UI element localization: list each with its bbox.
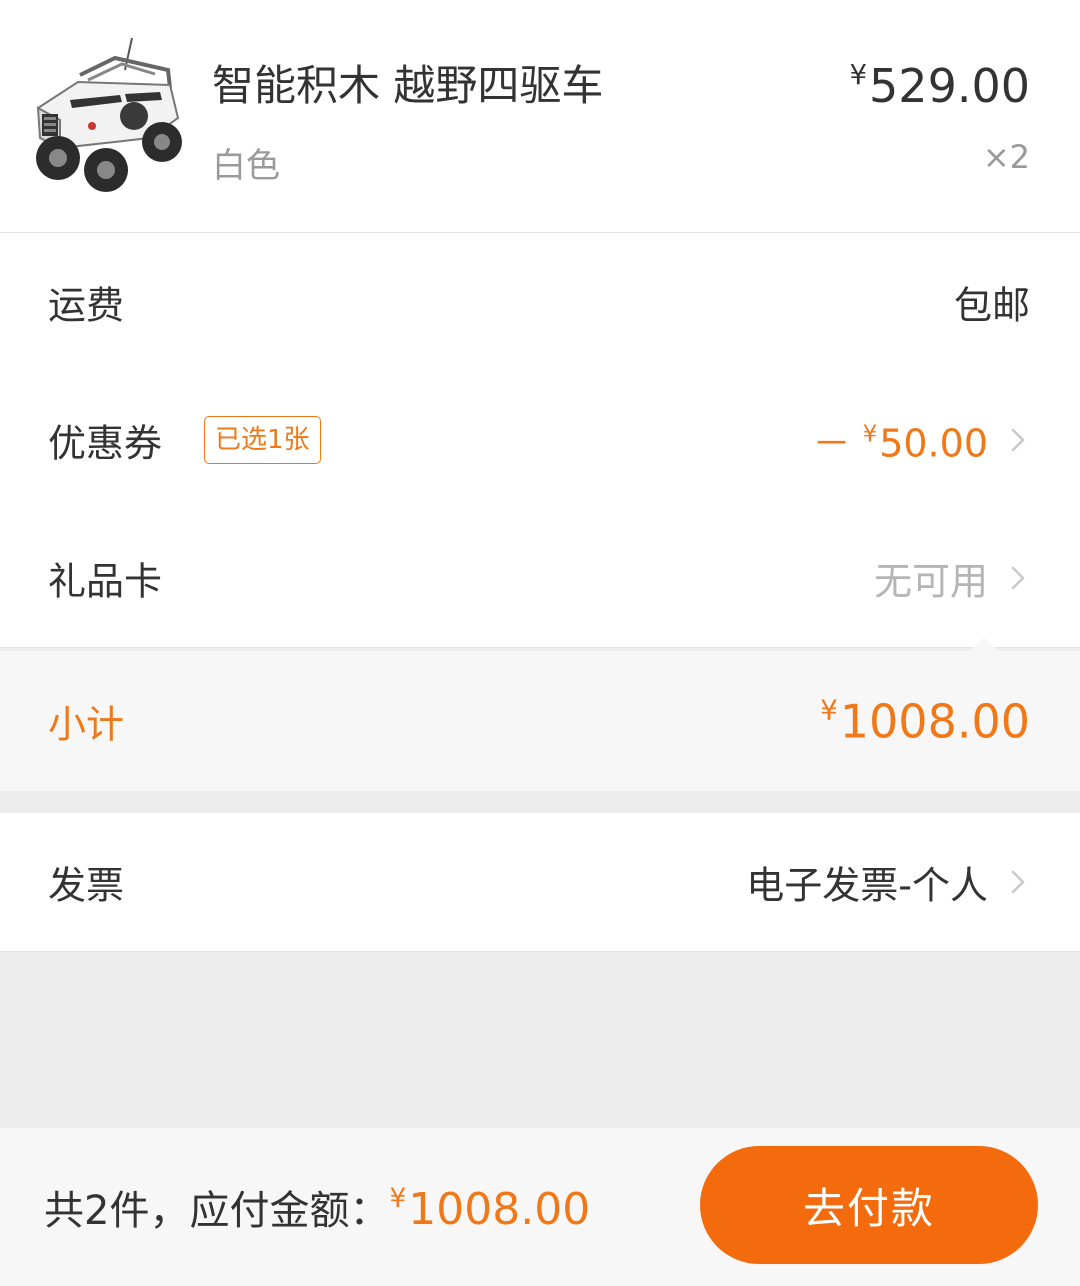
caret-up-indicator xyxy=(970,637,998,651)
coupon-discount-value: － ¥50.00 xyxy=(813,413,988,468)
order-total-amount: ¥1008.00 xyxy=(389,1182,591,1235)
offroad-car-icon xyxy=(36,37,182,192)
currency-symbol: ¥ xyxy=(389,1182,407,1214)
product-price-value: 529.00 xyxy=(869,58,1030,113)
subtotal-section: 小计 ¥1008.00 xyxy=(0,637,1080,791)
currency-symbol: ¥ xyxy=(849,58,868,91)
chevron-right-icon xyxy=(1010,869,1026,895)
coupon-minus-sign: － xyxy=(812,421,851,466)
coupon-label: 优惠券 xyxy=(48,421,163,466)
checkout-bar: 共2件，应付金额：¥1008.00 去付款 xyxy=(0,1128,1080,1286)
product-price: ¥529.00 xyxy=(849,58,1030,113)
gift-card-label: 礼品卡 xyxy=(48,559,163,604)
order-total-summary: 共2件，应付金额：¥1008.00 xyxy=(44,1178,590,1236)
product-variant: 白色 xyxy=(212,146,280,186)
subtotal-value: ¥1008.00 xyxy=(820,694,1030,749)
pay-button[interactable]: 去付款 xyxy=(700,1146,1038,1264)
gift-card-row[interactable]: 礼品卡 无可用 xyxy=(0,509,1080,648)
product-image[interactable] xyxy=(30,30,190,195)
chevron-right-icon xyxy=(1010,427,1026,453)
shipping-value: 包邮 xyxy=(953,283,1030,328)
invoice-label: 发票 xyxy=(48,863,125,908)
product-name: 智能积木 越野四驱车 xyxy=(212,61,604,110)
coupon-amount: 50.00 xyxy=(879,421,988,466)
currency-symbol: ¥ xyxy=(862,421,878,448)
order-total-prefix: 共2件，应付金额： xyxy=(44,1188,390,1234)
product-quantity: ×2 xyxy=(982,138,1030,176)
product-card[interactable]: 智能积木 越野四驱车 白色 ¥529.00 ×2 xyxy=(0,0,1080,233)
chevron-right-icon xyxy=(1010,565,1026,591)
order-total-value: 1008.00 xyxy=(408,1184,591,1235)
currency-symbol: ¥ xyxy=(820,693,838,727)
shipping-row: 运费 包邮 xyxy=(0,233,1080,372)
subtotal-label: 小计 xyxy=(48,702,125,747)
shipping-label: 运费 xyxy=(48,283,125,328)
gift-card-value: 无可用 xyxy=(873,559,988,604)
invoice-row[interactable]: 发票 电子发票-个人 xyxy=(0,813,1080,952)
coupon-row[interactable]: 优惠券 已选1张 － ¥50.00 xyxy=(0,371,1080,510)
coupon-selected-badge: 已选1张 xyxy=(204,416,321,464)
invoice-value: 电子发票-个人 xyxy=(746,863,988,908)
subtotal-amount: 1008.00 xyxy=(839,694,1030,749)
